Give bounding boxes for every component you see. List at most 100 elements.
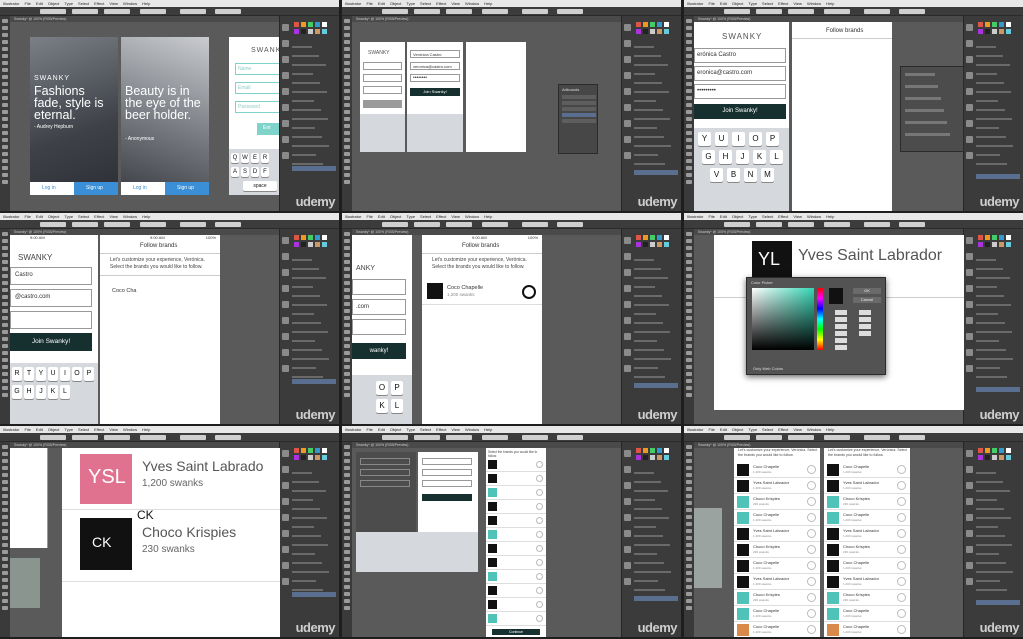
tool-icon[interactable] xyxy=(344,543,350,547)
tool-icon[interactable] xyxy=(344,316,350,320)
tutorial-thumbnail[interactable]: Illustrator File Edit Object Type Select Effec… xyxy=(342,426,681,637)
keyboard-key[interactable]: H xyxy=(719,150,732,164)
keyboard-key[interactable]: O xyxy=(749,132,762,146)
tool-icon[interactable] xyxy=(344,26,350,30)
brand-row[interactable]: Yves Saint Labrador 1,200 swanks xyxy=(824,478,910,494)
brand-row[interactable]: Yves Saint Labrador 1,200 swanks xyxy=(824,574,910,590)
follow-toggle[interactable] xyxy=(897,609,906,618)
follow-toggle[interactable] xyxy=(536,503,543,510)
color-value-field[interactable] xyxy=(835,310,847,315)
swatch[interactable] xyxy=(664,22,669,27)
swatch[interactable] xyxy=(636,235,641,240)
tool-icon[interactable] xyxy=(686,522,692,526)
swatch[interactable] xyxy=(308,455,313,460)
panel-icon[interactable] xyxy=(966,285,973,292)
form-field[interactable] xyxy=(360,469,410,476)
continue-button[interactable]: Continue xyxy=(492,629,540,635)
follow-toggle[interactable] xyxy=(897,497,906,506)
color-value-field[interactable] xyxy=(835,338,847,343)
follow-toggle[interactable] xyxy=(897,529,906,538)
panel-icon[interactable] xyxy=(624,482,631,489)
follow-toggle[interactable] xyxy=(536,545,543,552)
panel-icon[interactable] xyxy=(282,72,289,79)
swatch[interactable] xyxy=(657,22,662,27)
follow-toggle[interactable] xyxy=(536,489,543,496)
tool-icon[interactable] xyxy=(2,302,8,306)
brand-row[interactable]: Choco Krispies 230 swanks xyxy=(824,542,910,558)
menu-item[interactable]: File xyxy=(708,1,714,6)
brand-row[interactable]: Coco Chapelle 1,200 swanks xyxy=(734,558,820,574)
tool-icon[interactable] xyxy=(686,288,692,292)
swatch[interactable] xyxy=(636,455,641,460)
tool-icon[interactable] xyxy=(344,393,350,397)
panel-icon[interactable] xyxy=(966,482,973,489)
keyboard-key[interactable]: J xyxy=(736,150,749,164)
keyboard-key[interactable]: H xyxy=(24,385,34,399)
join-button[interactable]: Join Swanky! xyxy=(694,104,786,119)
menu-item[interactable]: View xyxy=(793,214,802,219)
control-field[interactable] xyxy=(414,222,440,227)
tool-icon[interactable] xyxy=(686,344,692,348)
swatch[interactable] xyxy=(985,29,990,34)
brand-row[interactable] xyxy=(486,584,546,598)
tool-icon[interactable] xyxy=(686,145,692,149)
menu-item[interactable]: Effect xyxy=(778,1,788,6)
keyboard-key[interactable]: G xyxy=(12,385,22,399)
control-field[interactable] xyxy=(864,222,890,227)
tool-icon[interactable] xyxy=(686,550,692,554)
form-field[interactable]: erónica Castro xyxy=(694,48,786,63)
menu-item[interactable]: Type xyxy=(406,427,415,432)
menu-item[interactable]: Effect xyxy=(778,427,788,432)
tool-icon[interactable] xyxy=(2,599,8,603)
swatch[interactable] xyxy=(643,29,648,34)
panel-icon[interactable] xyxy=(966,450,973,457)
tool-icon[interactable] xyxy=(2,508,8,512)
swatch[interactable] xyxy=(636,242,641,247)
swatch[interactable] xyxy=(322,22,327,27)
menu-item[interactable]: File xyxy=(24,1,30,6)
brand-row[interactable] xyxy=(486,486,546,500)
tool-icon[interactable] xyxy=(686,557,692,561)
control-field[interactable] xyxy=(899,9,925,14)
menu-item[interactable]: Object xyxy=(390,1,402,6)
tool-icon[interactable] xyxy=(344,173,350,177)
panel-icon[interactable] xyxy=(624,514,631,521)
tool-icon[interactable] xyxy=(344,281,350,285)
control-field[interactable] xyxy=(724,435,750,440)
swatch[interactable] xyxy=(985,22,990,27)
menu-item[interactable]: Edit xyxy=(36,214,43,219)
tool-icon[interactable] xyxy=(344,330,350,334)
color-value-field[interactable] xyxy=(859,331,871,336)
follow-toggle[interactable] xyxy=(807,625,816,634)
tool-icon[interactable] xyxy=(686,110,692,114)
tool-icon[interactable] xyxy=(2,501,8,505)
keyboard-key[interactable]: Y xyxy=(698,132,711,146)
menu-item[interactable]: Help xyxy=(826,1,834,6)
panel-icon[interactable] xyxy=(624,578,631,585)
tool-icon[interactable] xyxy=(2,267,8,271)
panel-icon[interactable] xyxy=(282,514,289,521)
follow-toggle[interactable] xyxy=(536,475,543,482)
password-field[interactable] xyxy=(10,311,92,329)
keyboard-key[interactable]: P xyxy=(766,132,779,146)
color-value-field[interactable] xyxy=(835,317,847,322)
swatch[interactable] xyxy=(978,29,983,34)
tool-icon[interactable] xyxy=(344,96,350,100)
tool-icon[interactable] xyxy=(2,592,8,596)
menu-item[interactable]: Window xyxy=(807,214,821,219)
color-field[interactable] xyxy=(752,288,814,350)
control-field[interactable] xyxy=(40,9,66,14)
menu-item[interactable]: Illustrator xyxy=(345,214,361,219)
tool-icon[interactable] xyxy=(2,564,8,568)
swatch[interactable] xyxy=(294,29,299,34)
swatch[interactable] xyxy=(978,448,983,453)
control-field[interactable] xyxy=(215,9,241,14)
tool-icon[interactable] xyxy=(344,124,350,128)
follow-toggle[interactable] xyxy=(536,559,543,566)
tool-icon[interactable] xyxy=(686,501,692,505)
follow-toggle[interactable] xyxy=(522,285,536,299)
tool-icon[interactable] xyxy=(686,358,692,362)
selected-layer[interactable] xyxy=(634,170,678,175)
follow-toggle[interactable] xyxy=(536,573,543,580)
brand-row[interactable]: Choco Krispies 230 swanks xyxy=(734,590,820,606)
